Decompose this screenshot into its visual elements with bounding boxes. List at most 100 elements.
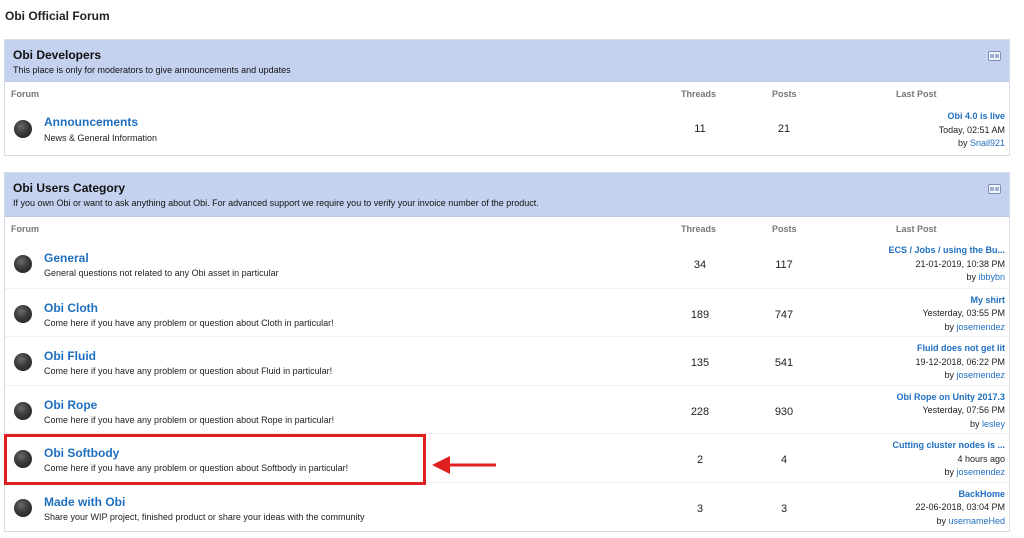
author-link[interactable]: usernameHed xyxy=(948,516,1005,526)
thread-count: 11 xyxy=(694,123,706,135)
last-post-date: Today, 02:51 AM xyxy=(938,124,1005,135)
author-link[interactable]: lesley xyxy=(982,419,1005,429)
last-post-author: by josemendez xyxy=(855,369,1005,383)
last-post-link[interactable]: Cutting cluster nodes is ... xyxy=(855,439,1005,453)
column-forum: Forum xyxy=(11,224,39,234)
forum-status-icon xyxy=(14,498,32,517)
last-post-date: 4 hours ago xyxy=(957,453,1005,464)
post-count: 541 xyxy=(774,357,794,369)
thread-count: 2 xyxy=(696,454,704,466)
author-link[interactable]: ibbybn xyxy=(978,272,1005,282)
forum-description: Come here if you have any problem or que… xyxy=(44,414,335,425)
last-post: BackHome 22-06-2018, 03:04 PM by usernam… xyxy=(855,488,1005,529)
column-threads: Threads xyxy=(681,224,717,234)
collapse-icon[interactable] xyxy=(988,184,1001,194)
column-last-post: Last Post xyxy=(896,89,937,99)
forum-status-icon xyxy=(14,255,32,273)
last-post-author: by josemendez xyxy=(855,466,1005,480)
last-post: ECS / Jobs / using the Bu... 21-01-2019,… xyxy=(855,244,1005,285)
forum-row-obi-cloth: Obi Cloth Come here if you have any prob… xyxy=(5,287,1009,337)
last-post-author: by usernameHed xyxy=(855,515,1005,529)
author-link[interactable]: Snail921 xyxy=(970,138,1005,148)
last-post: Obi 4.0 is live Today, 02:51 AM by Snail… xyxy=(855,110,1005,151)
forum-status-icon xyxy=(14,304,32,323)
last-post-date: Yesterday, 07:56 PM xyxy=(922,405,1005,415)
thread-count: 3 xyxy=(696,502,704,515)
thread-count: 189 xyxy=(690,308,710,321)
red-arrow-icon xyxy=(432,456,496,474)
last-post-author: by ibbybn xyxy=(855,271,1005,285)
forum-row-obi-fluid: Obi Fluid Come here if you have any prob… xyxy=(5,336,1009,385)
category-description: This place is only for moderators to giv… xyxy=(13,65,291,75)
by-label: by xyxy=(969,418,980,429)
last-post-date: Yesterday, 03:55 PM xyxy=(922,308,1005,318)
column-posts: Posts xyxy=(772,89,797,99)
forum-title-link[interactable]: Obi Fluid xyxy=(44,349,96,363)
last-post-date: 21-01-2019, 10:38 PM xyxy=(915,258,1005,269)
last-post: Fluid does not get lit 19-12-2018, 06:22… xyxy=(855,342,1005,383)
last-post-link[interactable]: Fluid does not get lit xyxy=(855,342,1005,356)
category-header: Obi Users Category If you own Obi or wan… xyxy=(5,173,1009,217)
last-post-author: by lesley xyxy=(855,418,1005,432)
forum-status-icon xyxy=(14,401,32,420)
forum-title-link[interactable]: Obi Cloth xyxy=(44,301,98,315)
by-label: by xyxy=(936,515,946,526)
category-description: If you own Obi or want to ask anything a… xyxy=(13,198,539,208)
forum-title-link[interactable]: Obi Rope xyxy=(44,398,97,412)
forum-row-obi-rope: Obi Rope Come here if you have any probl… xyxy=(5,384,1009,434)
forum-row-announcements: Announcements News & General Information… xyxy=(5,104,1009,156)
column-last-post: Last Post xyxy=(896,224,937,234)
last-post-date: 22-06-2018, 03:04 PM xyxy=(915,502,1005,512)
column-headers: Forum Threads Posts Last Post xyxy=(5,217,1009,239)
site-title: Obi Official Forum xyxy=(5,9,110,23)
post-count: 4 xyxy=(780,454,788,466)
category-title[interactable]: Obi Users Category xyxy=(13,181,1009,195)
category-obi-developers: Obi Developers This place is only for mo… xyxy=(4,39,1010,156)
forum-row-made-with-obi: Made with Obi Share your WIP project, fi… xyxy=(5,481,1009,531)
last-post-link[interactable]: BackHome xyxy=(855,488,1005,502)
column-threads: Threads xyxy=(681,89,717,99)
forum-status-icon xyxy=(14,353,32,371)
thread-count: 135 xyxy=(690,357,710,369)
forum-description: Come here if you have any problem or que… xyxy=(44,366,333,376)
forum-title-link[interactable]: General xyxy=(44,251,89,265)
forum-description: Share your WIP project, finished product… xyxy=(44,511,365,522)
thread-count: 228 xyxy=(690,405,710,418)
last-post: Cutting cluster nodes is ... 4 hours ago… xyxy=(855,439,1005,480)
column-forum: Forum xyxy=(11,89,39,99)
by-label: by xyxy=(966,272,976,282)
post-count: 747 xyxy=(774,308,794,321)
last-post: Obi Rope on Unity 2017.3 Yesterday, 07:5… xyxy=(855,391,1005,432)
post-count: 930 xyxy=(774,405,794,418)
forum-title-link[interactable]: Announcements xyxy=(44,115,138,129)
last-post-link[interactable]: ECS / Jobs / using the Bu... xyxy=(855,244,1005,258)
collapse-icon[interactable] xyxy=(988,51,1001,61)
last-post-link[interactable]: My shirt xyxy=(855,294,1005,308)
by-label: by xyxy=(957,138,968,148)
forum-description: General questions not related to any Obi… xyxy=(44,268,279,278)
last-post-date: 19-12-2018, 06:22 PM xyxy=(915,356,1005,367)
column-posts: Posts xyxy=(772,224,797,234)
last-post: My shirt Yesterday, 03:55 PM by josemend… xyxy=(855,294,1005,335)
forum-description: Come here if you have any problem or que… xyxy=(44,317,334,328)
last-post-link[interactable]: Obi Rope on Unity 2017.3 xyxy=(855,391,1005,405)
category-title[interactable]: Obi Developers xyxy=(13,48,1009,62)
by-label: by xyxy=(944,370,954,380)
author-link[interactable]: josemendez xyxy=(956,467,1005,477)
forum-status-icon xyxy=(14,120,32,138)
forum-description: News & General Information xyxy=(44,133,158,143)
post-count: 3 xyxy=(780,502,788,515)
by-label: by xyxy=(944,467,954,477)
post-count: 117 xyxy=(775,259,793,271)
thread-count: 34 xyxy=(693,259,707,271)
column-headers: Forum Threads Posts Last Post xyxy=(5,82,1009,104)
last-post-author: by Snail921 xyxy=(855,137,1005,151)
forum-row-general: General General questions not related to… xyxy=(5,239,1009,288)
highlight-box-annotation xyxy=(4,434,426,485)
author-link[interactable]: josemendez xyxy=(956,370,1005,380)
author-link[interactable]: josemendez xyxy=(956,322,1005,332)
forum-title-link[interactable]: Made with Obi xyxy=(44,495,125,509)
post-count: 21 xyxy=(777,123,791,135)
last-post-link[interactable]: Obi 4.0 is live xyxy=(855,110,1005,124)
last-post-author: by josemendez xyxy=(855,321,1005,335)
